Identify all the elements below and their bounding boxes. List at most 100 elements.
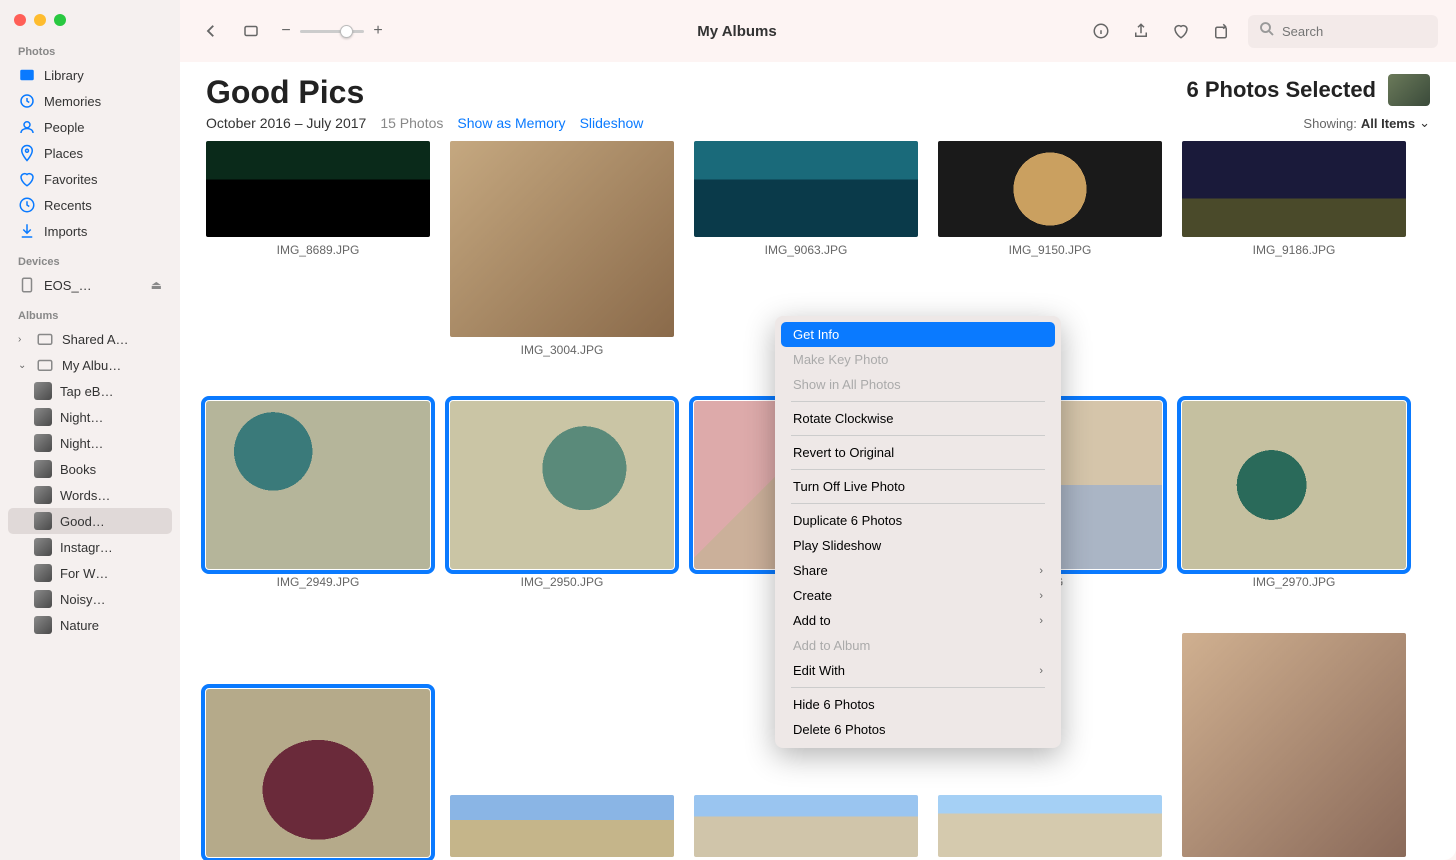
sidebar-item-shared-albums[interactable]: › Shared A…	[0, 326, 180, 352]
menu-item[interactable]: Hide 6 Photos	[781, 692, 1055, 717]
photo-thumbnail[interactable]	[206, 401, 430, 569]
photo-thumbnail[interactable]	[938, 795, 1162, 857]
places-icon	[18, 144, 36, 162]
photo-thumbnail[interactable]	[694, 795, 918, 857]
sidebar-item-people[interactable]: People	[0, 114, 180, 140]
eject-icon[interactable]: ⏏	[151, 278, 162, 292]
favorite-button[interactable]	[1168, 18, 1194, 44]
sidebar-album-item[interactable]: For W…	[0, 560, 180, 586]
photo-thumbnail[interactable]	[694, 141, 918, 237]
selection-thumbnail	[1388, 74, 1430, 106]
sidebar-album-item[interactable]: Instagr…	[0, 534, 180, 560]
menu-item[interactable]: Rotate Clockwise	[781, 406, 1055, 431]
close-window-button[interactable]	[14, 14, 26, 26]
photo-item[interactable]: IMG_3005.JPG	[1182, 633, 1406, 860]
photo-caption: IMG_9150.JPG	[1009, 243, 1092, 257]
photo-item[interactable]: IMG_2855.JPG	[450, 742, 674, 860]
sidebar-album-item[interactable]: Night…	[0, 404, 180, 430]
photo-thumbnail[interactable]	[450, 141, 674, 337]
menu-item[interactable]: Revert to Original	[781, 440, 1055, 465]
menu-item[interactable]: Create›	[781, 583, 1055, 608]
sidebar-heading-albums: Albums	[0, 306, 180, 326]
sidebar-item-favorites[interactable]: Favorites	[0, 166, 180, 192]
share-button[interactable]	[1128, 18, 1154, 44]
photo-thumbnail[interactable]	[206, 689, 430, 857]
chevron-right-icon[interactable]: ›	[18, 334, 28, 345]
menu-item[interactable]: Delete 6 Photos	[781, 717, 1055, 742]
chevron-down-icon[interactable]: ⌄	[18, 360, 28, 371]
sidebar-item-imports[interactable]: Imports	[0, 218, 180, 244]
menu-item[interactable]: Get Info	[781, 322, 1055, 347]
sidebar-album-item[interactable]: Words…	[0, 482, 180, 508]
minimize-window-button[interactable]	[34, 14, 46, 26]
sidebar: Photos Library Memories People Places Fa…	[0, 0, 180, 860]
sidebar-album-item[interactable]: Books	[0, 456, 180, 482]
photo-thumbnail[interactable]	[450, 401, 674, 569]
photo-thumbnail[interactable]	[1182, 401, 1406, 569]
sidebar-album-item[interactable]: Noisy…	[0, 586, 180, 612]
photo-item[interactable]: IMG_2949.JPG	[206, 401, 430, 589]
menu-item[interactable]: Duplicate 6 Photos	[781, 508, 1055, 533]
photo-item[interactable]: IMG_9186.JPG	[1182, 141, 1406, 357]
menu-item: Make Key Photo	[781, 347, 1055, 372]
sidebar-item-library[interactable]: Library	[0, 62, 180, 88]
info-button[interactable]	[1088, 18, 1114, 44]
album-thumb-icon	[34, 616, 52, 634]
showing-filter[interactable]: Showing: All Items ⌄	[1303, 115, 1430, 131]
photo-item[interactable]: .JPG	[938, 742, 1162, 860]
window-title: My Albums	[400, 23, 1074, 40]
sidebar-album-item[interactable]: Tap eB…	[0, 378, 180, 404]
sidebar-album-item[interactable]: Night…	[0, 430, 180, 456]
photo-thumbnail[interactable]	[206, 141, 430, 237]
chevron-right-icon: ›	[1039, 590, 1043, 602]
photo-thumbnail[interactable]	[1182, 141, 1406, 237]
menu-separator	[791, 687, 1045, 688]
photo-caption: IMG_2949.JPG	[277, 575, 360, 589]
photo-item[interactable]: IMG_2975.JPG	[206, 689, 430, 860]
context-menu: Get InfoMake Key PhotoShow in All Photos…	[775, 316, 1061, 748]
menu-separator	[791, 503, 1045, 504]
photo-thumbnail[interactable]	[450, 795, 674, 857]
zoom-in-button[interactable]: +	[370, 18, 386, 44]
zoom-slider-thumb[interactable]	[340, 25, 353, 38]
photo-item[interactable]: IMG_3004.JPG	[450, 141, 674, 357]
photo-item[interactable]: IMG_2950.JPG	[450, 401, 674, 589]
window-controls	[0, 10, 180, 42]
search-icon	[1258, 20, 1276, 43]
photo-caption: IMG_2950.JPG	[521, 575, 604, 589]
album-thumb-icon	[34, 460, 52, 478]
slideshow-link[interactable]: Slideshow	[580, 115, 644, 131]
photo-item[interactable]: IMG_2970.JPG	[1182, 401, 1406, 589]
menu-separator	[791, 435, 1045, 436]
photo-thumbnail[interactable]	[1182, 633, 1406, 857]
view-mode-button[interactable]	[238, 18, 264, 44]
selection-info: 6 Photos Selected	[1186, 74, 1430, 106]
sidebar-album-item[interactable]: Nature	[0, 612, 180, 638]
back-button[interactable]	[198, 18, 224, 44]
sidebar-item-places[interactable]: Places	[0, 140, 180, 166]
heart-icon	[18, 170, 36, 188]
photo-item[interactable]: IMG_8689.JPG	[206, 141, 430, 357]
show-as-memory-link[interactable]: Show as Memory	[457, 115, 565, 131]
sidebar-album-item[interactable]: Good…	[8, 508, 172, 534]
sidebar-item-my-albums[interactable]: ⌄ My Albu…	[0, 352, 180, 378]
search-box[interactable]	[1248, 15, 1438, 48]
zoom-window-button[interactable]	[54, 14, 66, 26]
album-thumb-icon	[34, 538, 52, 556]
menu-item[interactable]: Add to›	[781, 608, 1055, 633]
menu-item[interactable]: Share›	[781, 558, 1055, 583]
menu-item[interactable]: Play Slideshow	[781, 533, 1055, 558]
photo-thumbnail[interactable]	[938, 141, 1162, 237]
photo-library-icon	[18, 66, 36, 84]
main-content: − + My Albums Good Pics 6 Photos Selecte…	[180, 0, 1456, 860]
search-input[interactable]	[1282, 24, 1428, 39]
zoom-out-button[interactable]: −	[278, 18, 294, 44]
sidebar-item-recents[interactable]: Recents	[0, 192, 180, 218]
zoom-slider[interactable]	[300, 30, 364, 33]
rotate-button[interactable]	[1208, 18, 1234, 44]
menu-item[interactable]: Edit With›	[781, 658, 1055, 683]
sidebar-item-device[interactable]: EOS_… ⏏	[0, 272, 180, 298]
sidebar-item-memories[interactable]: Memories	[0, 88, 180, 114]
photo-item[interactable]: IMG_	[694, 742, 918, 860]
menu-item[interactable]: Turn Off Live Photo	[781, 474, 1055, 499]
